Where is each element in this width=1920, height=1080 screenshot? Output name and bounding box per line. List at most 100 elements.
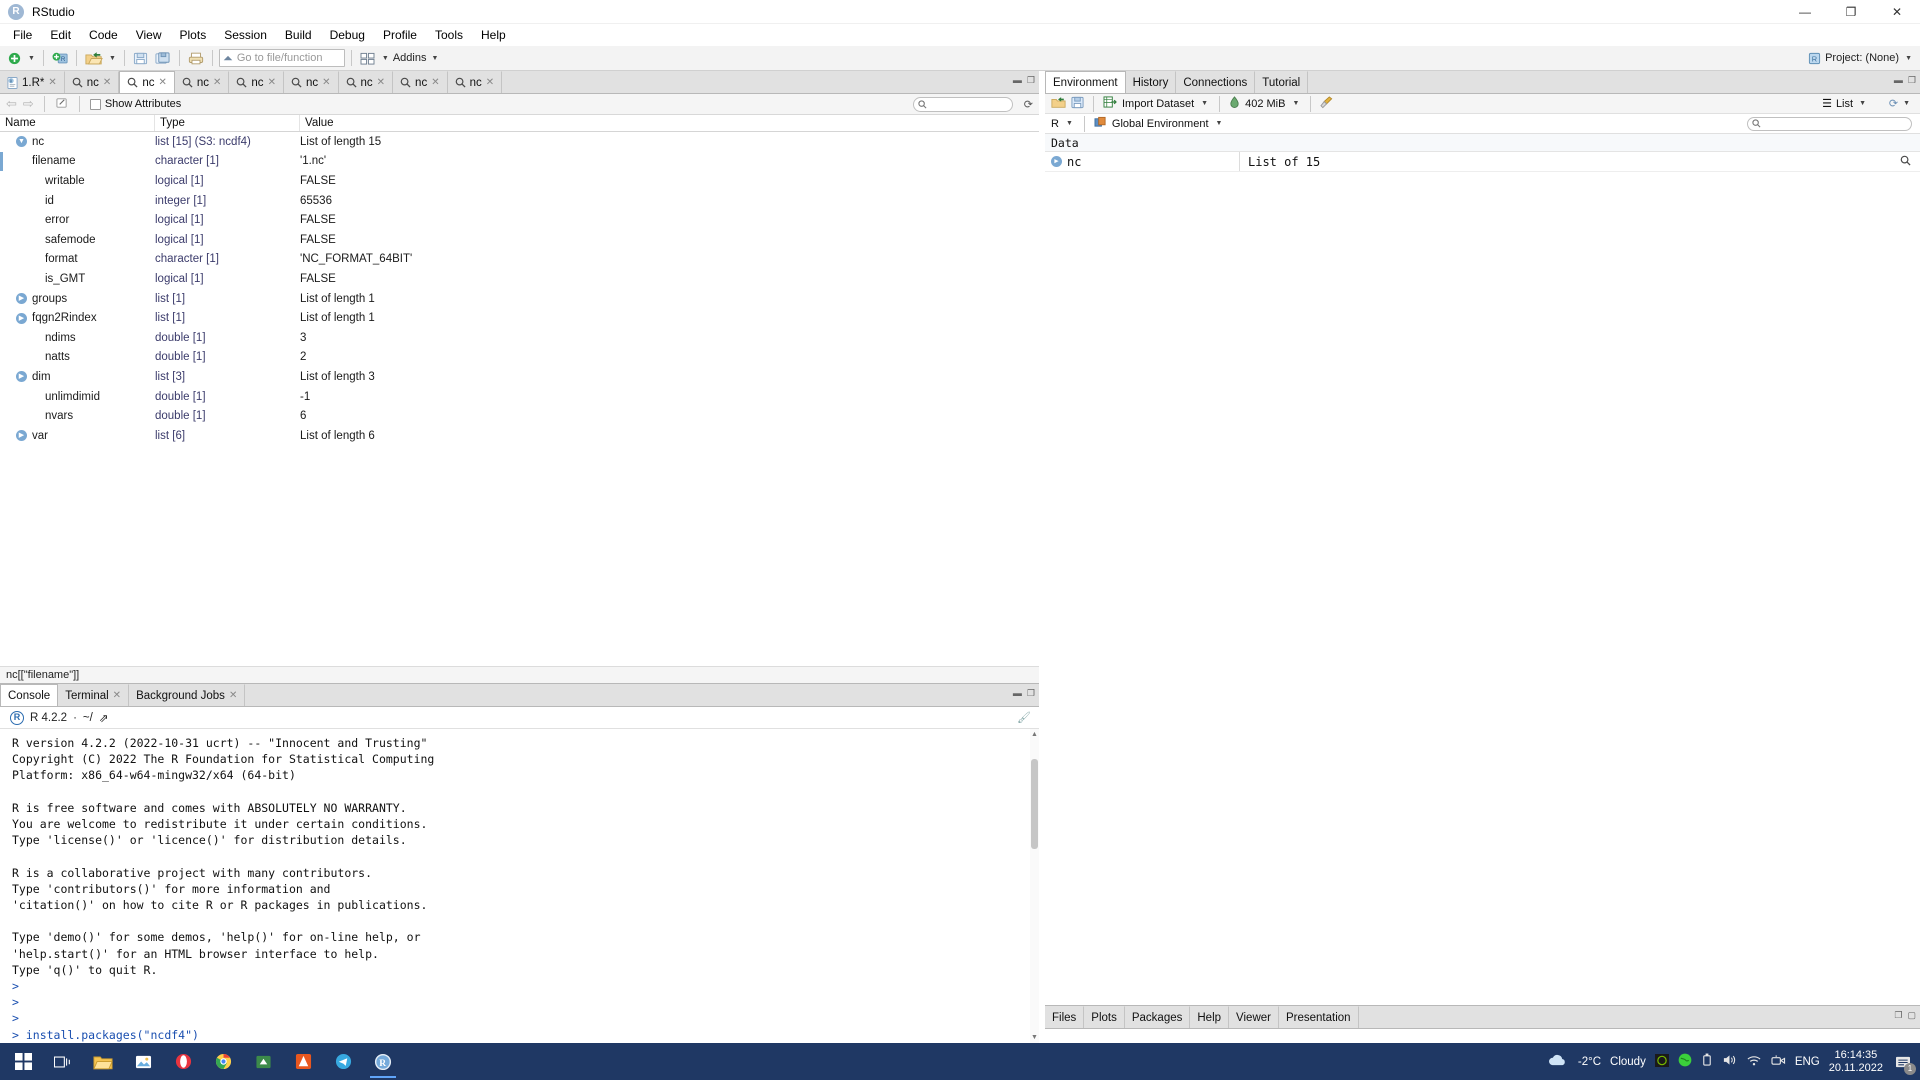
menu-item-code[interactable]: Code <box>80 26 127 44</box>
file-explorer-icon[interactable] <box>84 1045 122 1079</box>
menu-item-file[interactable]: File <box>4 26 41 44</box>
tab-history[interactable]: History <box>1126 71 1177 93</box>
column-header-value[interactable]: Value <box>300 115 1039 131</box>
pane-layout-dropdown-caret[interactable]: ▼ <box>380 55 391 62</box>
menu-item-help[interactable]: Help <box>472 26 515 44</box>
menu-item-edit[interactable]: Edit <box>41 26 80 44</box>
tab-connections[interactable]: Connections <box>1176 71 1255 93</box>
new-file-dropdown-caret[interactable]: ▼ <box>26 55 37 62</box>
save-all-icon[interactable] <box>153 48 173 68</box>
usb-icon[interactable] <box>1701 1053 1713 1070</box>
task-view-icon[interactable] <box>44 1045 82 1079</box>
close-icon[interactable]: ✕ <box>103 77 111 88</box>
photos-icon[interactable] <box>124 1045 162 1079</box>
tab-help[interactable]: Help <box>1190 1006 1229 1028</box>
import-dataset-label[interactable]: Import Dataset <box>1122 98 1194 110</box>
table-row[interactable]: unlimdimiddouble [1]-1 <box>0 387 1039 407</box>
pane-layout-icon[interactable] <box>358 48 378 68</box>
tab-tutorial[interactable]: Tutorial <box>1255 71 1308 93</box>
project-selector[interactable]: R Project: (None) ▼ <box>1808 52 1914 65</box>
close-icon[interactable]: ✕ <box>48 77 56 88</box>
close-icon[interactable]: ✕ <box>229 690 237 701</box>
addins-button[interactable]: Addins ▼ <box>393 52 441 64</box>
menu-item-profile[interactable]: Profile <box>374 26 426 44</box>
minimize-button[interactable]: — <box>1782 0 1828 24</box>
telegram-icon[interactable] <box>324 1045 362 1079</box>
goto-file-function-input[interactable]: Go to file/function <box>219 49 345 67</box>
collapse-icon[interactable]: ▼ <box>16 136 27 147</box>
global-environment-label[interactable]: Global Environment <box>1112 118 1209 130</box>
opera-icon[interactable] <box>164 1045 202 1079</box>
table-row[interactable]: ▶fqgn2Rindexlist [1]List of length 1 <box>0 308 1039 328</box>
print-icon[interactable] <box>186 48 206 68</box>
tab-environment[interactable]: Environment <box>1045 71 1126 93</box>
table-row[interactable]: ▶dimlist [3]List of length 3 <box>0 367 1039 387</box>
table-row[interactable]: safemodelogical [1]FALSE <box>0 230 1039 250</box>
rstudio-icon[interactable]: R <box>364 1045 402 1079</box>
scroll-down-arrow-icon[interactable]: ▼ <box>1031 1034 1038 1041</box>
chrome-icon[interactable] <box>204 1045 242 1079</box>
table-row[interactable]: nattsdouble [1]2 <box>0 348 1039 368</box>
weather-temperature[interactable]: -2°C <box>1578 1056 1601 1068</box>
table-row[interactable]: ndimsdouble [1]3 <box>0 328 1039 348</box>
menu-item-build[interactable]: Build <box>276 26 321 44</box>
minimize-pane-icon[interactable]: ▬ <box>1013 688 1022 699</box>
source-tab-5[interactable]: nc✕ <box>284 71 339 93</box>
maximize-pane-icon[interactable]: ❐ <box>1027 75 1035 86</box>
table-row[interactable]: ▶varlist [6]List of length 6 <box>0 426 1039 446</box>
console-open-dir-icon[interactable]: ⇗ <box>99 711 109 725</box>
table-row[interactable]: errorlogical [1]FALSE <box>0 210 1039 230</box>
console-clear-icon[interactable]: 🖌 <box>1017 711 1031 724</box>
new-file-icon[interactable] <box>4 48 24 68</box>
taskbar-clock[interactable]: 16:14:35 20.11.2022 <box>1829 1049 1883 1075</box>
refresh-icon[interactable]: ⟳ <box>1024 98 1033 111</box>
popout-icon[interactable] <box>55 97 69 112</box>
source-tab-7[interactable]: nc✕ <box>393 71 448 93</box>
expand-icon[interactable]: ▶ <box>16 293 27 304</box>
menu-item-plots[interactable]: Plots <box>171 26 216 44</box>
source-tab-3[interactable]: nc✕ <box>175 71 230 93</box>
vlc-icon[interactable] <box>284 1045 322 1079</box>
magnifier-icon[interactable] <box>1900 155 1911 169</box>
menu-item-view[interactable]: View <box>127 26 171 44</box>
menu-item-debug[interactable]: Debug <box>321 26 374 44</box>
source-tab-2[interactable]: nc✕ <box>119 71 175 93</box>
weather-icon[interactable] <box>1547 1053 1569 1071</box>
menu-item-tools[interactable]: Tools <box>426 26 472 44</box>
expand-icon[interactable]: ▶ <box>16 371 27 382</box>
open-file-icon[interactable] <box>83 48 105 68</box>
maximize-pane-icon[interactable]: ❐ <box>1908 75 1916 86</box>
console-tab-terminal[interactable]: Terminal✕ <box>58 684 129 706</box>
source-tab-1[interactable]: nc✕ <box>65 71 120 93</box>
weather-description[interactable]: Cloudy <box>1610 1056 1646 1068</box>
table-row[interactable]: is_GMTlogical [1]FALSE <box>0 269 1039 289</box>
expand-icon[interactable]: ▶ <box>16 313 27 324</box>
save-workspace-icon[interactable] <box>1071 96 1084 112</box>
back-arrow-icon[interactable]: ⇦ <box>6 96 17 112</box>
global-environment-caret[interactable]: ▼ <box>1214 120 1225 127</box>
memory-usage-label[interactable]: 402 MiB <box>1245 98 1285 110</box>
forward-arrow-icon[interactable]: ⇨ <box>23 96 34 112</box>
environment-language-caret[interactable]: ▼ <box>1064 120 1075 127</box>
column-header-name[interactable]: Name <box>0 115 155 131</box>
table-row[interactable]: idinteger [1]65536 <box>0 191 1039 211</box>
new-project-icon[interactable]: R <box>50 48 70 68</box>
tab-packages[interactable]: Packages <box>1125 1006 1191 1028</box>
volume-icon[interactable] <box>1722 1053 1737 1070</box>
environment-row[interactable]: ▶ncList of 15 <box>1045 152 1920 172</box>
source-tab-6[interactable]: nc✕ <box>339 71 394 93</box>
import-dataset-icon[interactable] <box>1103 96 1117 111</box>
environment-search-input[interactable] <box>1747 117 1912 131</box>
tab-files[interactable]: Files <box>1045 1006 1084 1028</box>
close-icon[interactable]: ✕ <box>486 77 494 88</box>
console-tab-console[interactable]: Console <box>0 684 58 706</box>
windows-start-icon[interactable] <box>4 1045 42 1079</box>
table-row[interactable]: ▼nclist [15] (S3: ncdf4)List of length 1… <box>0 132 1039 152</box>
scroll-up-arrow-icon[interactable]: ▲ <box>1031 731 1038 738</box>
show-attributes-box[interactable] <box>90 99 101 110</box>
minimize-pane-icon[interactable]: ❐ <box>1894 1010 1902 1021</box>
close-icon[interactable]: ✕ <box>113 690 121 701</box>
load-workspace-icon[interactable] <box>1051 96 1066 112</box>
close-icon[interactable]: ✕ <box>213 77 221 88</box>
tab-plots[interactable]: Plots <box>1084 1006 1125 1028</box>
